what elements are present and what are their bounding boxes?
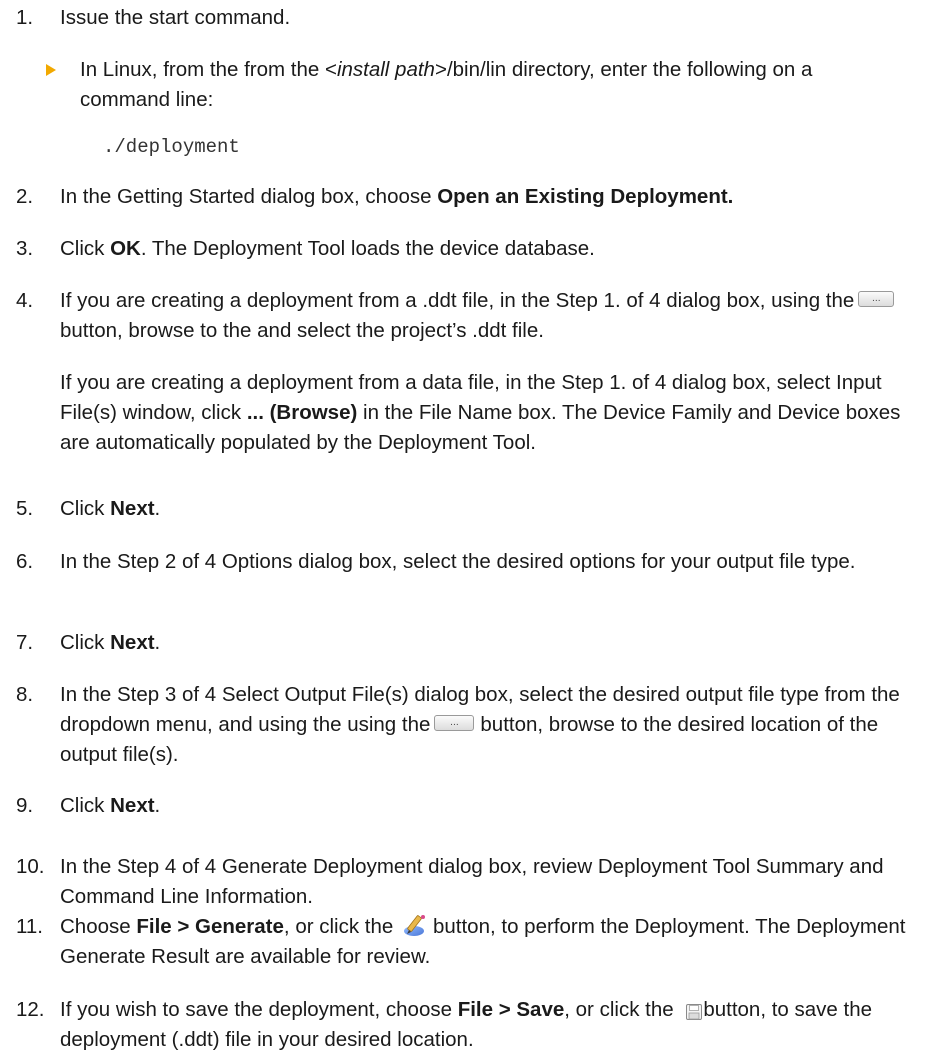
step-text-pre: If you wish to save the deployment, choo… (60, 998, 458, 1021)
bullet-triangle-icon (46, 64, 56, 76)
step-text: If you are creating a deployment from a … (60, 286, 916, 346)
step-text-pre: Choose (60, 915, 137, 938)
step-text: In the Step 3 of 4 Select Output File(s)… (60, 680, 916, 770)
step-number: 3. (16, 237, 34, 260)
linux-bullet: In Linux, from the from the <install pat… (46, 55, 880, 115)
step-number: 5. (16, 497, 34, 520)
step-text-pre: Click (60, 497, 111, 520)
procedure-page: 1. Issue the start command. In Linux, fr… (0, 0, 934, 1052)
step-text-bold: File > Generate (136, 915, 284, 938)
command-code: ./deployment (103, 136, 240, 158)
step-text-post: button, browse to the and select the pro… (60, 319, 544, 342)
step-text-post: . (154, 497, 161, 520)
step-text-pre: Click (60, 794, 111, 817)
browse-button-icon: ... (858, 290, 895, 307)
step-number: 1. (16, 6, 34, 29)
step-text-bold: OK (110, 237, 141, 260)
paragraph-bold: ... (Browse) (246, 401, 358, 424)
step-text-post: . (154, 631, 161, 654)
step-number: 2. (16, 185, 34, 208)
step-text-pre: Click (60, 631, 111, 654)
browse-output-button-icon: ... (434, 714, 475, 731)
floppy-disk-icon (685, 1000, 703, 1020)
step-number: 4. (16, 289, 34, 312)
step-text-pre: In the Getting Started dialog box, choos… (60, 185, 438, 208)
step-text-pre: If you are creating a deployment from a … (60, 289, 855, 312)
step-text-bold: File > Save (457, 998, 565, 1021)
step-text: Click Next. (60, 628, 916, 658)
step-number: 8. (16, 683, 34, 706)
step-text-bold: Open an Existing Deployment. (437, 185, 734, 208)
step-number: 10. (16, 855, 45, 878)
step-text: In the Step 4 of 4 Generate Deployment d… (60, 855, 884, 908)
step-text: Click Next. (60, 494, 916, 524)
step-text-mid: , or click the (564, 998, 680, 1021)
step-text-bold: Next (110, 497, 155, 520)
step-number: 9. (16, 794, 34, 817)
step-text-bold: Next (110, 794, 155, 817)
step-number: 11. (16, 915, 43, 938)
step-text-post: . The Deployment Tool loads the device d… (140, 237, 595, 260)
pencil-wand-icon (403, 913, 429, 937)
bullet-text-em: install path (336, 58, 435, 81)
step-text: In the Getting Started dialog box, choos… (60, 182, 916, 212)
step-text: Choose File > Generate, or click the but… (60, 912, 916, 972)
step-text-mid: , or click the (283, 915, 399, 938)
step-text: In the Step 2 of 4 Options dialog box, s… (60, 550, 856, 573)
step-number: 12. (16, 998, 45, 1021)
step-text-pre: Click (60, 237, 111, 260)
step-text: If you wish to save the deployment, choo… (60, 995, 916, 1055)
step-text-post: . (154, 794, 161, 817)
step-text: Click Next. (60, 791, 916, 821)
step-number: 7. (16, 631, 34, 654)
step-text-bold: Next (110, 631, 155, 654)
bullet-text-pre: In Linux, from the from the < (80, 58, 337, 81)
step-number: 6. (16, 550, 34, 573)
step-text: Click OK. The Deployment Tool loads the … (60, 234, 916, 264)
step-4-paragraph-2: If you are creating a deployment from a … (60, 368, 916, 458)
step-text: Issue the start command. (60, 6, 291, 29)
